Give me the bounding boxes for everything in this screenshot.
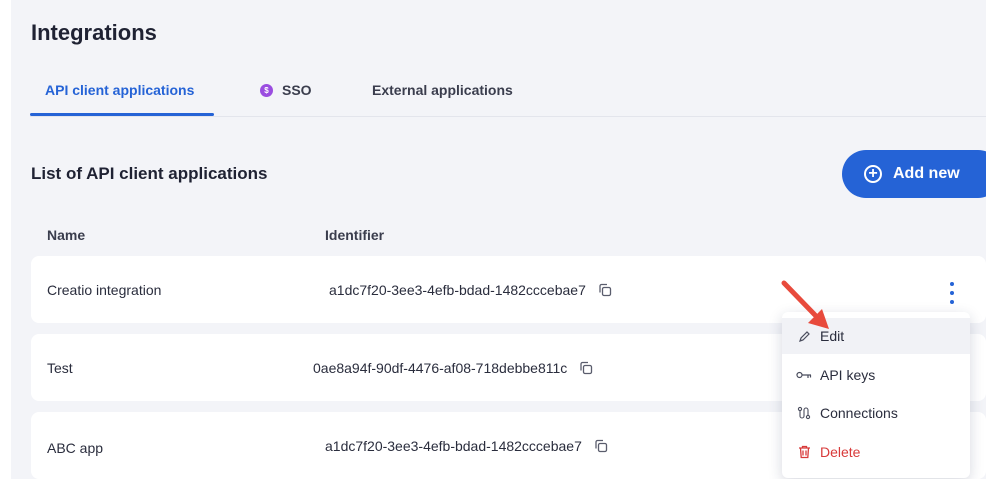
- row-actions-menu: Edit API keys Connections Delete: [782, 312, 970, 478]
- column-header-identifier[interactable]: Identifier: [325, 227, 384, 243]
- row-actions-kebab-icon[interactable]: [944, 282, 960, 304]
- tab-sso[interactable]: $ SSO: [260, 82, 312, 98]
- identifier-text: a1dc7f20-3ee3-4efb-bdad-1482cccebae7: [325, 438, 582, 454]
- plus-circle-icon: +: [864, 165, 882, 183]
- menu-item-edit[interactable]: Edit: [782, 318, 970, 354]
- row-name: Test: [47, 360, 73, 376]
- active-tab-indicator: [30, 113, 214, 116]
- add-new-button[interactable]: + Add new: [842, 150, 986, 198]
- menu-item-label: Delete: [820, 444, 861, 460]
- row-name: Creatio integration: [47, 282, 162, 298]
- tab-label: External applications: [372, 82, 513, 98]
- menu-item-label: API keys: [820, 367, 876, 383]
- column-header-name[interactable]: Name: [47, 227, 85, 243]
- tab-external-applications[interactable]: External applications: [372, 82, 513, 98]
- row-identifier: a1dc7f20-3ee3-4efb-bdad-1482cccebae7: [325, 438, 608, 454]
- left-edge: [0, 0, 11, 479]
- sso-badge-icon: $: [260, 83, 273, 97]
- menu-item-label: Connections: [820, 405, 898, 421]
- copy-icon[interactable]: [598, 283, 612, 297]
- copy-icon[interactable]: [579, 361, 593, 375]
- section-title: List of API client applications: [31, 164, 268, 183]
- tab-bar: API client applications $ SSO External a…: [30, 76, 986, 117]
- trash-icon: [796, 445, 812, 459]
- tab-api-client-applications[interactable]: API client applications: [45, 82, 194, 98]
- tab-label: SSO: [282, 82, 312, 98]
- row-name: ABC app: [47, 440, 104, 456]
- key-icon: [796, 370, 812, 380]
- row-identifier: 0ae8a94f-90df-4476-af08-718debbe811c: [313, 360, 593, 376]
- menu-item-api-keys[interactable]: API keys: [782, 357, 970, 393]
- identifier-text: 0ae8a94f-90df-4476-af08-718debbe811c: [313, 360, 568, 376]
- identifier-text: a1dc7f20-3ee3-4efb-bdad-1482cccebae7: [329, 282, 586, 298]
- add-new-label: Add new: [893, 165, 960, 182]
- tab-label: API client applications: [45, 82, 195, 98]
- row-identifier: a1dc7f20-3ee3-4efb-bdad-1482cccebae7: [329, 282, 612, 298]
- copy-icon[interactable]: [594, 439, 608, 453]
- connections-icon: [796, 406, 812, 420]
- menu-item-delete[interactable]: Delete: [782, 434, 970, 470]
- menu-item-label: Edit: [820, 328, 845, 344]
- menu-item-connections[interactable]: Connections: [782, 395, 970, 431]
- pencil-icon: [796, 330, 812, 343]
- page-title: Integrations: [31, 20, 157, 45]
